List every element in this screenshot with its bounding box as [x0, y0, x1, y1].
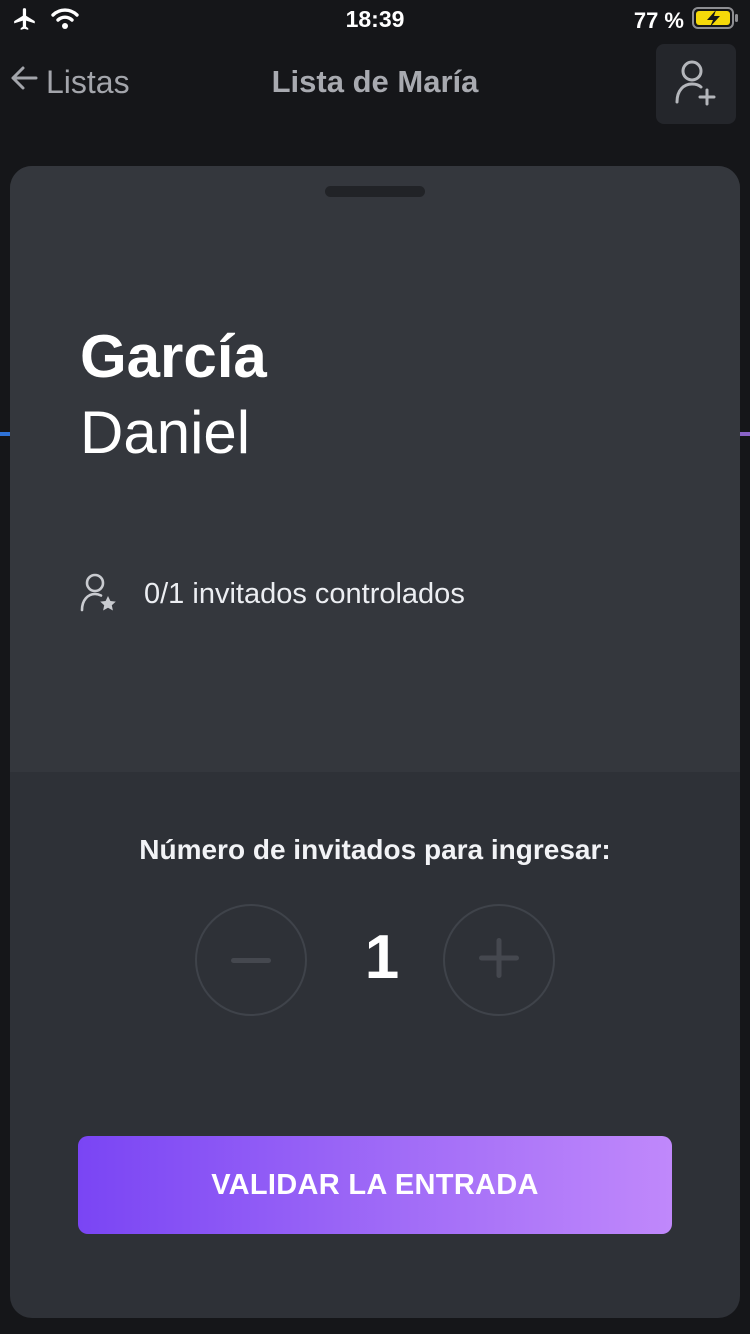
- guests-controlled-row: 0/1 invitados controlados: [80, 572, 465, 617]
- guest-last-name: García: [80, 323, 267, 390]
- sheet-drag-handle[interactable]: [325, 186, 425, 197]
- status-right: 77 %: [634, 6, 740, 35]
- status-bar: 18:39 77 %: [0, 0, 750, 40]
- page-title: Lista de María: [271, 64, 479, 99]
- guest-sheet: García Daniel 0/1 invitados controlados …: [10, 166, 740, 1318]
- background-accent-left: [0, 432, 10, 436]
- battery-percent: 77 %: [633, 7, 684, 33]
- guests-to-enter-label: Número de invitados para ingresar:: [139, 834, 611, 865]
- person-star-icon: [80, 572, 118, 617]
- guests-controlled-text: 0/1 invitados controlados: [144, 578, 465, 610]
- add-person-button[interactable]: [656, 44, 736, 124]
- minus-icon: [231, 951, 271, 969]
- increase-button[interactable]: [443, 904, 555, 1016]
- guest-info-panel: [10, 166, 740, 772]
- guest-first-name: Daniel: [80, 399, 251, 466]
- validate-entry-button[interactable]: VALIDAR LA ENTRADA: [78, 1136, 672, 1234]
- nav-bar: Listas Lista de María: [0, 40, 750, 130]
- decrease-button[interactable]: [195, 904, 307, 1016]
- battery-charging-icon: [692, 6, 740, 35]
- background-accent-right: [740, 432, 750, 436]
- add-person-icon: [674, 58, 718, 111]
- screen: 18:39 77 % Listas Lista de María García …: [0, 0, 750, 1334]
- plus-icon: [479, 937, 519, 983]
- guest-quantity: 1: [364, 923, 400, 992]
